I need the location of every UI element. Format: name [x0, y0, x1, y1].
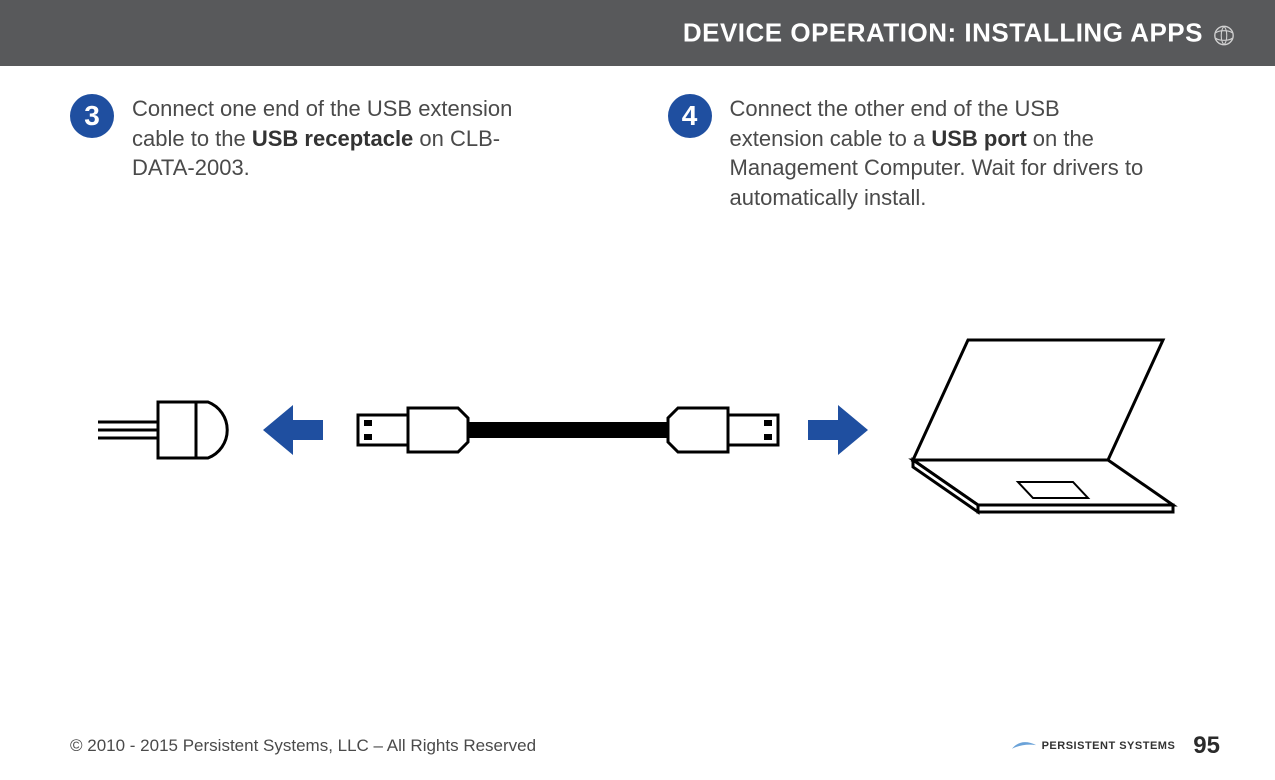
step-badge-4: 4 — [668, 94, 712, 138]
page-header: DEVICE OPERATION: INSTALLING APPS — [0, 0, 1275, 66]
arrow-right-icon — [808, 405, 868, 455]
globe-icon — [1213, 22, 1235, 44]
step-number: 3 — [84, 100, 100, 132]
usb-receptacle-icon — [98, 402, 227, 458]
footer-right: PERSISTENT SYSTEMS 95 — [1010, 732, 1220, 760]
brand-text: PERSISTENT SYSTEMS — [1042, 740, 1176, 752]
laptop-icon — [913, 340, 1173, 512]
step-4-bold: USB port — [931, 126, 1026, 151]
arrow-left-icon — [263, 405, 323, 455]
header-title-container: DEVICE OPERATION: INSTALLING APPS — [683, 18, 1235, 49]
step-badge-3: 3 — [70, 94, 114, 138]
brand-logo: PERSISTENT SYSTEMS — [1010, 739, 1176, 753]
steps-row: 3 Connect one end of the USB extension c… — [0, 66, 1275, 213]
swoosh-icon — [1010, 739, 1038, 753]
step-number: 4 — [682, 100, 698, 132]
usb-diagram — [0, 300, 1275, 560]
usb-cable-icon — [358, 408, 778, 452]
copyright-text: © 2010 - 2015 Persistent Systems, LLC – … — [70, 736, 536, 756]
step-3: 3 Connect one end of the USB extension c… — [70, 94, 608, 213]
page-footer: © 2010 - 2015 Persistent Systems, LLC – … — [0, 732, 1275, 760]
header-title: DEVICE OPERATION: INSTALLING APPS — [683, 18, 1203, 49]
step-4-text: Connect the other end of the USB extensi… — [730, 94, 1150, 213]
step-3-bold: USB receptacle — [252, 126, 413, 151]
page-number: 95 — [1193, 732, 1220, 760]
step-3-text: Connect one end of the USB extension cab… — [132, 94, 552, 183]
step-4: 4 Connect the other end of the USB exten… — [668, 94, 1206, 213]
